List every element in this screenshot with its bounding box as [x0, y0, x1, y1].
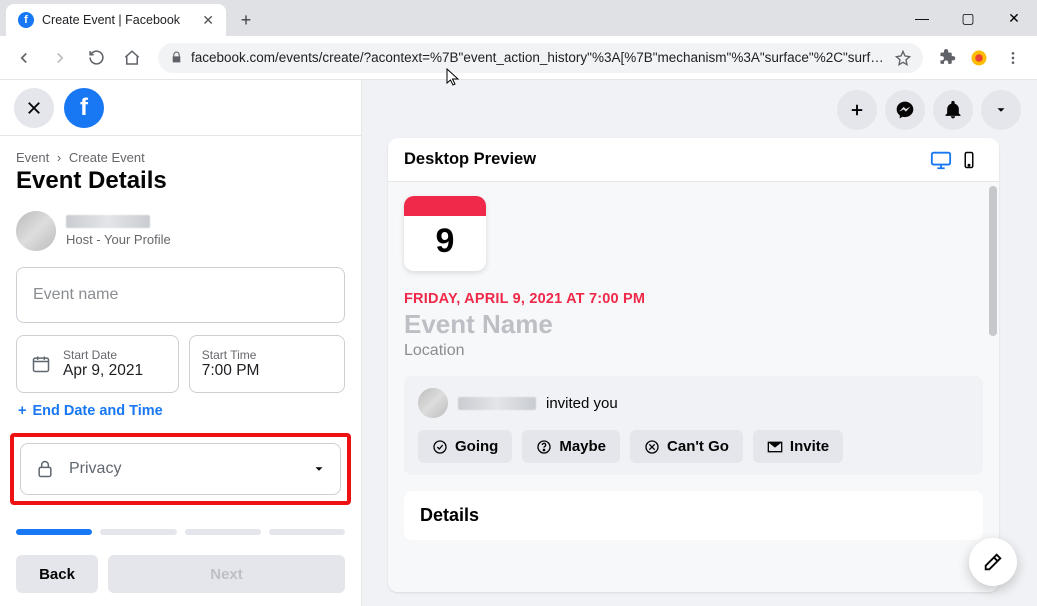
notifications-button[interactable]: [933, 90, 973, 130]
edit-fab-button[interactable]: [969, 538, 1017, 586]
progress-step-4: [269, 529, 345, 535]
close-panel-button[interactable]: [14, 88, 54, 128]
privacy-dropdown[interactable]: Privacy: [20, 443, 341, 495]
desktop-preview-icon[interactable]: [927, 146, 955, 174]
inviter-avatar: [418, 388, 448, 418]
rsvp-maybe-chip[interactable]: Maybe: [522, 430, 620, 463]
plus-icon: +: [18, 403, 26, 419]
details-label: Details: [420, 505, 479, 525]
browser-menu-button[interactable]: [997, 42, 1029, 74]
extensions-icon[interactable]: [933, 44, 961, 72]
event-location-preview: Location: [404, 342, 983, 360]
start-date-label: Start Date: [63, 348, 143, 362]
breadcrumb: Event › Create Event: [16, 150, 345, 165]
nav-reload-button[interactable]: [80, 42, 112, 74]
event-name-placeholder: Event name: [33, 286, 118, 304]
progress-step-2: [100, 529, 176, 535]
window-maximize-button[interactable]: ▢: [945, 0, 991, 36]
start-time-label: Start Time: [202, 348, 260, 362]
start-date-value: Apr 9, 2021: [63, 362, 143, 380]
preview-header-title: Desktop Preview: [404, 150, 536, 169]
event-name-preview: Event Name: [404, 309, 983, 340]
host-subtitle: Host - Your Profile: [66, 232, 171, 247]
event-datetime: FRIDAY, APRIL 9, 2021 AT 7:00 PM: [404, 291, 983, 307]
start-date-field[interactable]: Start Date Apr 9, 2021: [16, 335, 179, 393]
window-minimize-button[interactable]: —: [899, 0, 945, 36]
calendar-day: 9: [404, 216, 486, 271]
details-section: Details: [404, 491, 983, 540]
invited-you-text: invited you: [546, 395, 618, 412]
rsvp-cant-go-chip[interactable]: Can't Go: [630, 430, 743, 463]
start-time-value: 7:00 PM: [202, 362, 260, 380]
rsvp-invite-chip[interactable]: Invite: [753, 430, 843, 463]
facebook-logo-icon[interactable]: f: [64, 88, 104, 128]
page-title: Event Details: [16, 167, 345, 195]
tab-title: Create Event | Facebook: [42, 13, 180, 27]
bookmark-star-icon[interactable]: [895, 50, 911, 66]
browser-toolbar: facebook.com/events/create/?acontext=%7B…: [0, 36, 1037, 80]
invite-block: invited you Going Maybe: [404, 376, 983, 475]
browser-tab[interactable]: f Create Event | Facebook ✕: [6, 4, 226, 36]
host-avatar[interactable]: [16, 211, 56, 251]
lock-outline-icon: [35, 459, 55, 479]
calendar-tile: 9: [404, 196, 486, 271]
create-menu-button[interactable]: [837, 90, 877, 130]
progress-step-3: [185, 529, 261, 535]
create-event-panel: f Event › Create Event Event Details Hos…: [0, 80, 362, 606]
privacy-highlight: Privacy: [10, 433, 351, 505]
preview-scrollbar[interactable]: [989, 186, 997, 336]
preview-area: Desktop Preview 9 FRIDAY, APRIL: [362, 80, 1037, 606]
add-end-date-link[interactable]: + End Date and Time: [18, 403, 345, 419]
preview-card: Desktop Preview 9 FRIDAY, APRIL: [388, 138, 999, 592]
rsvp-going-chip[interactable]: Going: [418, 430, 512, 463]
nav-back-button[interactable]: [8, 42, 40, 74]
next-button[interactable]: Next: [108, 555, 345, 593]
event-name-input[interactable]: Event name: [16, 267, 345, 323]
extension-badge-icon[interactable]: [965, 44, 993, 72]
new-tab-button[interactable]: +: [232, 6, 260, 34]
calendar-icon: [29, 354, 53, 374]
privacy-label: Privacy: [69, 460, 121, 478]
nav-forward-button[interactable]: [44, 42, 76, 74]
account-menu-button[interactable]: [981, 90, 1021, 130]
caret-down-icon: [312, 462, 326, 476]
url-text: facebook.com/events/create/?acontext=%7B…: [191, 50, 887, 65]
back-button[interactable]: Back: [16, 555, 98, 593]
mobile-preview-icon[interactable]: [955, 146, 983, 174]
breadcrumb-current[interactable]: Create Event: [69, 150, 145, 165]
messenger-button[interactable]: [885, 90, 925, 130]
facebook-favicon-icon: f: [18, 12, 34, 28]
window-close-button[interactable]: ✕: [991, 0, 1037, 36]
host-name-redacted: [66, 215, 150, 228]
browser-tabstrip: f Create Event | Facebook ✕ + — ▢ ✕: [0, 0, 1037, 36]
progress-step-1: [16, 529, 92, 535]
progress-bar: [16, 529, 345, 535]
lock-icon: [170, 51, 183, 64]
breadcrumb-root[interactable]: Event: [16, 150, 49, 165]
tab-close-icon[interactable]: ✕: [202, 12, 214, 29]
address-bar[interactable]: facebook.com/events/create/?acontext=%7B…: [158, 43, 923, 73]
nav-home-button[interactable]: [116, 42, 148, 74]
host-row: Host - Your Profile: [16, 211, 345, 251]
inviter-name-redacted: [458, 397, 536, 410]
start-time-field[interactable]: Start Time 7:00 PM: [189, 335, 345, 393]
